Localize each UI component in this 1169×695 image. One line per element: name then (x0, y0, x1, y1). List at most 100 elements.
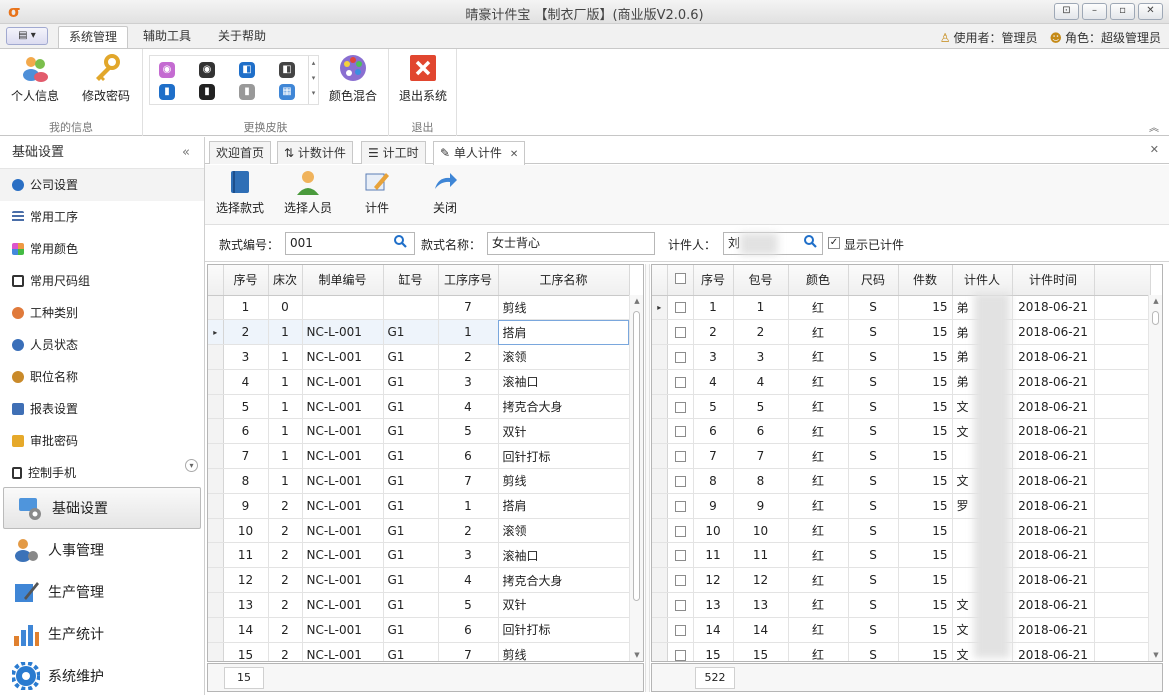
table-cell[interactable]: 1 (268, 394, 303, 420)
table-cell[interactable]: 7 (693, 443, 734, 470)
table-cell[interactable]: 双针 (498, 592, 630, 618)
sidebar-item-processes[interactable]: 常用工序 (0, 201, 204, 233)
nav-maintenance[interactable]: 系统维护 (0, 655, 204, 695)
piecework-button[interactable]: 计件 (346, 169, 408, 216)
table-cell[interactable]: 1 (268, 418, 303, 445)
table-cell[interactable]: 红 (788, 617, 849, 643)
row-checkbox-cell[interactable] (667, 319, 694, 346)
row-checkbox-cell[interactable] (667, 493, 694, 519)
table-cell[interactable]: G1 (383, 418, 439, 445)
select-all-checkbox[interactable] (674, 272, 686, 284)
row-checkbox-cell[interactable] (667, 642, 694, 661)
row-indicator[interactable] (652, 443, 668, 470)
row-checkbox[interactable] (674, 649, 686, 661)
column-header[interactable]: 件数 (898, 265, 953, 296)
table-cell[interactable]: 拷克合大身 (498, 567, 630, 594)
table-cell[interactable]: NC-L-001 (302, 642, 384, 661)
table-cell[interactable]: 15 (898, 542, 953, 569)
table-cell[interactable]: NC-L-001 (302, 344, 384, 370)
minimize-button[interactable]: – (1082, 3, 1107, 20)
tab-count-piecework[interactable]: ⇅ 计数计件 (277, 141, 353, 164)
table-row[interactable]: 2 2 红 S 15 弟 2018-06-21 (652, 319, 1151, 346)
table-cell[interactable]: G1 (383, 394, 439, 420)
table-row[interactable]: 11 2 NC-L-001 G1 3 滚袖口 (208, 542, 630, 569)
table-cell[interactable]: G1 (383, 369, 439, 395)
row-indicator[interactable] (652, 518, 668, 544)
table-cell[interactable]: 1 (268, 369, 303, 395)
table-cell[interactable]: 1 (438, 319, 499, 346)
table-cell[interactable]: G1 (383, 443, 439, 470)
table-cell[interactable]: 13 (733, 592, 789, 618)
table-cell[interactable]: 2018-06-21 (1012, 394, 1095, 420)
row-indicator[interactable] (652, 542, 668, 569)
table-cell[interactable]: 2018-06-21 (1012, 518, 1095, 544)
tab-timework[interactable]: ☰ 计工时 (361, 141, 426, 164)
column-header[interactable]: 工序名称 (498, 265, 630, 296)
table-cell[interactable]: 回针打标 (498, 617, 630, 643)
table-cell[interactable]: 2018-06-21 (1012, 295, 1095, 321)
table-row[interactable]: 8 8 红 S 15 文 2018-06-21 (652, 468, 1151, 494)
row-checkbox-cell[interactable] (667, 418, 694, 445)
row-checkbox[interactable] (674, 327, 686, 339)
table-cell[interactable]: 6 (438, 443, 499, 470)
table-cell[interactable]: 红 (788, 642, 849, 661)
table-cell[interactable]: NC-L-001 (302, 418, 384, 445)
table-row[interactable]: 10 2 NC-L-001 G1 2 滚领 (208, 518, 630, 544)
table-cell[interactable]: 13 (693, 592, 734, 618)
table-cell[interactable]: 红 (788, 468, 849, 494)
tab-single-piecework[interactable]: ✎ 单人计件 ✕ (433, 141, 526, 165)
table-cell[interactable]: 回针打标 (498, 443, 630, 470)
table-row[interactable]: 15 2 NC-L-001 G1 7 剪线 (208, 642, 630, 661)
sidebar-item-reports[interactable]: 报表设置 (0, 393, 204, 425)
select-style-button[interactable]: 选择款式 (209, 169, 271, 216)
column-header[interactable]: 缸号 (383, 265, 439, 296)
row-indicator[interactable] (208, 617, 224, 643)
row-indicator[interactable] (208, 344, 224, 370)
table-row[interactable]: 5 1 NC-L-001 G1 4 拷克合大身 (208, 394, 630, 420)
skin-icon[interactable]: ◉ (159, 62, 175, 78)
row-checkbox[interactable] (674, 351, 686, 363)
grid-splitter[interactable] (645, 264, 650, 692)
table-row[interactable]: 9 9 红 S 15 罗 2018-06-21 (652, 493, 1151, 519)
row-checkbox[interactable] (674, 624, 686, 636)
exit-system-button[interactable]: 退出系统 (392, 53, 454, 107)
skin-icon[interactable]: ◧ (239, 62, 255, 78)
table-cell[interactable]: 15 (898, 617, 953, 643)
table-cell[interactable]: 4 (438, 394, 499, 420)
row-checkbox[interactable] (674, 302, 686, 314)
row-indicator[interactable] (652, 592, 668, 618)
row-indicator[interactable] (208, 369, 224, 395)
table-cell[interactable]: 2 (733, 319, 789, 346)
show-done-checkbox[interactable]: ✓ (828, 237, 840, 249)
nav-hr[interactable]: 人事管理 (0, 529, 204, 571)
column-header[interactable]: 工序序号 (438, 265, 499, 296)
piecework-grid-scrollbar[interactable]: ▲ ▼ (1148, 295, 1162, 661)
table-cell[interactable]: NC-L-001 (302, 617, 384, 643)
table-cell[interactable]: S (848, 394, 899, 420)
table-cell[interactable]: 7 (733, 443, 789, 470)
row-indicator[interactable] (652, 369, 668, 395)
table-cell[interactable]: 5 (733, 394, 789, 420)
row-checkbox-cell[interactable] (667, 394, 694, 420)
row-checkbox-cell[interactable] (667, 617, 694, 643)
table-cell[interactable] (383, 295, 439, 321)
table-cell[interactable]: 15 (898, 518, 953, 544)
table-cell[interactable]: NC-L-001 (302, 394, 384, 420)
table-cell[interactable]: 15 (898, 319, 953, 346)
row-checkbox-cell[interactable] (667, 443, 694, 470)
table-cell[interactable]: S (848, 344, 899, 370)
table-cell[interactable]: 12 (223, 567, 269, 594)
row-indicator[interactable]: ▸ (652, 295, 668, 321)
table-cell[interactable]: 3 (693, 344, 734, 370)
table-cell[interactable]: S (848, 617, 899, 643)
table-cell[interactable]: 2018-06-21 (1012, 542, 1095, 569)
table-cell[interactable]: NC-L-001 (302, 493, 384, 519)
table-cell[interactable]: 14 (693, 617, 734, 643)
process-grid-scrollbar[interactable]: ▲ ▼ (629, 295, 643, 661)
table-cell[interactable]: G1 (383, 567, 439, 594)
row-checkbox[interactable] (674, 475, 686, 487)
table-cell[interactable]: 2 (268, 493, 303, 519)
scroll-down-icon[interactable]: ▼ (1149, 651, 1162, 659)
table-cell[interactable]: S (848, 369, 899, 395)
table-cell[interactable]: 15 (898, 567, 953, 594)
